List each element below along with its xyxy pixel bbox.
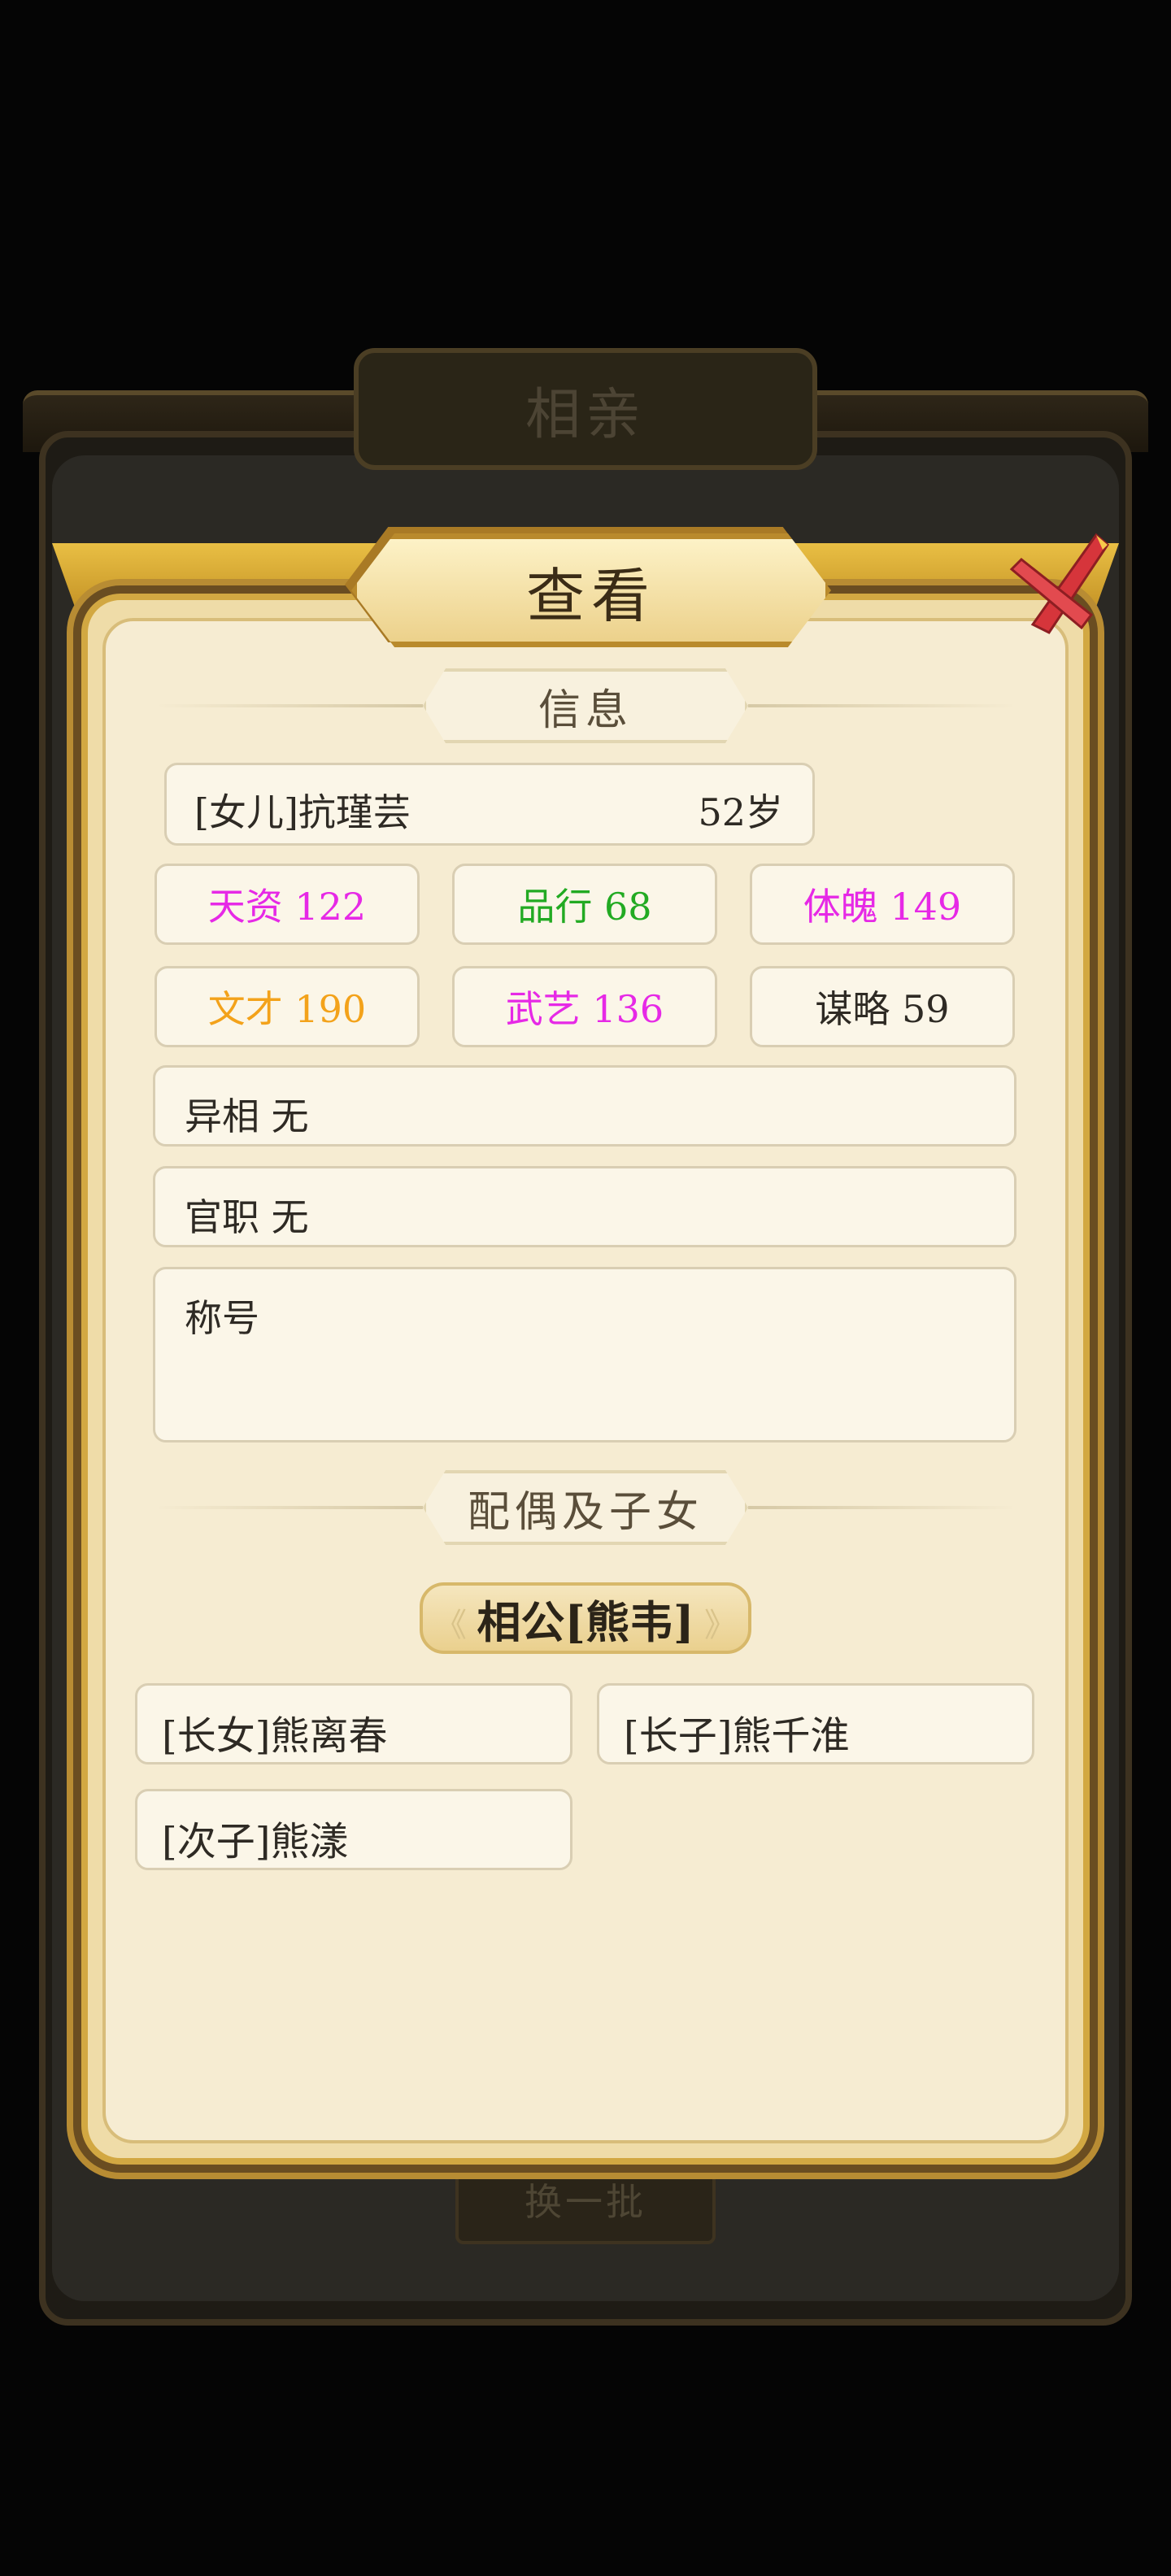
titles-box: 称号: [153, 1267, 1016, 1442]
stat-strategy-label: 谋略 59: [815, 987, 950, 1031]
refresh-batch-label: 换一批: [525, 2180, 646, 2224]
aberration-box: 异相 无: [153, 1065, 1016, 1147]
child-item-second-son[interactable]: [次子]熊漾: [135, 1789, 572, 1870]
background-title: 相亲: [525, 382, 646, 447]
close-x-icon: [1009, 533, 1109, 634]
popup-title: 查看: [525, 561, 656, 630]
stat-talent: 天资 122: [155, 864, 420, 945]
spouse-plate[interactable]: 《 相公[熊韦] 》: [420, 1582, 751, 1654]
stat-morality: 品行 68: [452, 864, 717, 945]
stat-talent-label: 天资 122: [207, 885, 367, 929]
stat-physique-label: 体魄 149: [803, 885, 962, 929]
official-post-box: 官职 无: [153, 1166, 1016, 1247]
aberration-text: 异相 无: [185, 1094, 309, 1138]
stat-strategy: 谋略 59: [750, 966, 1015, 1047]
family-section-header: 配偶及子女: [155, 1470, 1016, 1545]
titles-label: 称号: [185, 1296, 259, 1340]
family-header-line-right: [748, 1506, 1016, 1509]
child-name: [长子]熊千淮: [624, 1713, 850, 1759]
stat-morality-label: 品行 68: [517, 885, 652, 929]
person-name-box: [女儿]抗瑾芸 52岁: [164, 763, 815, 846]
family-section-title: 配偶及子女: [467, 1487, 703, 1537]
info-header-plate: 信息: [423, 668, 748, 743]
spouse-name: 相公[熊韦]: [477, 1595, 694, 1648]
stat-physique: 体魄 149: [750, 864, 1015, 945]
header-line-left: [155, 704, 423, 707]
info-section-header: 信息: [155, 668, 1016, 743]
header-line-right: [748, 704, 1016, 707]
stat-literary: 文才 190: [155, 966, 420, 1047]
refresh-batch-button[interactable]: 换一批: [455, 2155, 716, 2244]
child-name: [次子]熊漾: [162, 1819, 349, 1865]
child-name: [长女]熊离春: [162, 1713, 388, 1759]
family-header-plate: 配偶及子女: [423, 1470, 748, 1545]
stat-literary-label: 文才 190: [207, 987, 367, 1031]
chevron-left-icon: 《: [434, 1607, 467, 1644]
close-button[interactable]: [1000, 529, 1114, 642]
child-item-eldest-son[interactable]: [长子]熊千淮: [597, 1683, 1034, 1764]
info-section-title: 信息: [538, 685, 633, 735]
popup-title-plate: 查看: [351, 533, 831, 647]
person-name: [女儿]抗瑾芸: [194, 790, 411, 834]
child-item-eldest-daughter[interactable]: [长女]熊离春: [135, 1683, 572, 1764]
stat-martial: 武艺 136: [452, 966, 717, 1047]
stat-martial-label: 武艺 136: [505, 987, 664, 1031]
official-post-text: 官职 无: [185, 1195, 309, 1239]
family-header-line-left: [155, 1506, 423, 1509]
chevron-right-icon: 》: [704, 1607, 737, 1644]
background-title-plate: 相亲: [354, 348, 817, 470]
person-age: 52岁: [698, 790, 783, 834]
